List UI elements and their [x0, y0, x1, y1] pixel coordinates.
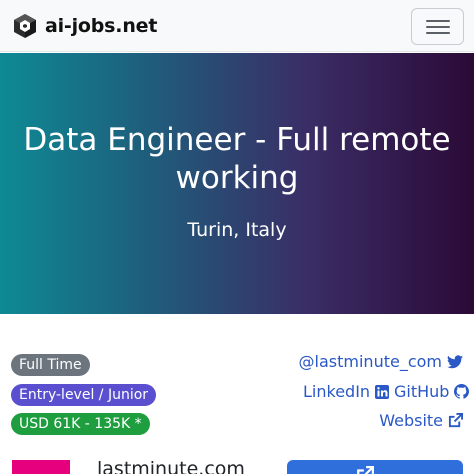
brand-link[interactable]: ai-jobs.net: [12, 12, 157, 40]
navbar: ai-jobs.net: [0, 0, 474, 52]
company-logo: [12, 460, 70, 474]
external-link-icon: [448, 413, 463, 428]
linkedin-link[interactable]: LinkedIn: [303, 382, 390, 401]
linkedin-icon: [375, 384, 390, 399]
job-location: Turin, Italy: [187, 219, 287, 241]
website-link[interactable]: Website: [379, 411, 463, 430]
github-link-label: GitHub: [394, 382, 450, 401]
twitter-link-label: @lastminute_com: [298, 352, 442, 371]
twitter-link[interactable]: @lastminute_com: [299, 352, 463, 371]
apply-button[interactable]: [287, 460, 463, 474]
ai-jobs-logo-icon: [14, 14, 36, 38]
job-title: Data Engineer - Full remote working: [23, 122, 451, 196]
hamburger-menu-icon: [426, 20, 450, 22]
employment-type-badge: Full Time: [11, 354, 90, 376]
website-link-label: Website: [379, 411, 443, 430]
brand-name: ai-jobs.net: [45, 15, 158, 37]
experience-level-badge: Entry-level / Junior: [11, 384, 157, 406]
twitter-icon: [447, 354, 463, 368]
github-icon: [454, 384, 470, 399]
company-name: lastminute.com: [97, 458, 245, 474]
menu-toggle-button[interactable]: [411, 8, 464, 45]
job-hero: Data Engineer - Full remote working Turi…: [0, 53, 474, 314]
linkedin-link-label: LinkedIn: [303, 382, 371, 401]
external-link-icon: [357, 466, 374, 474]
github-link[interactable]: GitHub: [394, 382, 470, 401]
salary-badge: USD 61K - 135K *: [11, 413, 150, 435]
